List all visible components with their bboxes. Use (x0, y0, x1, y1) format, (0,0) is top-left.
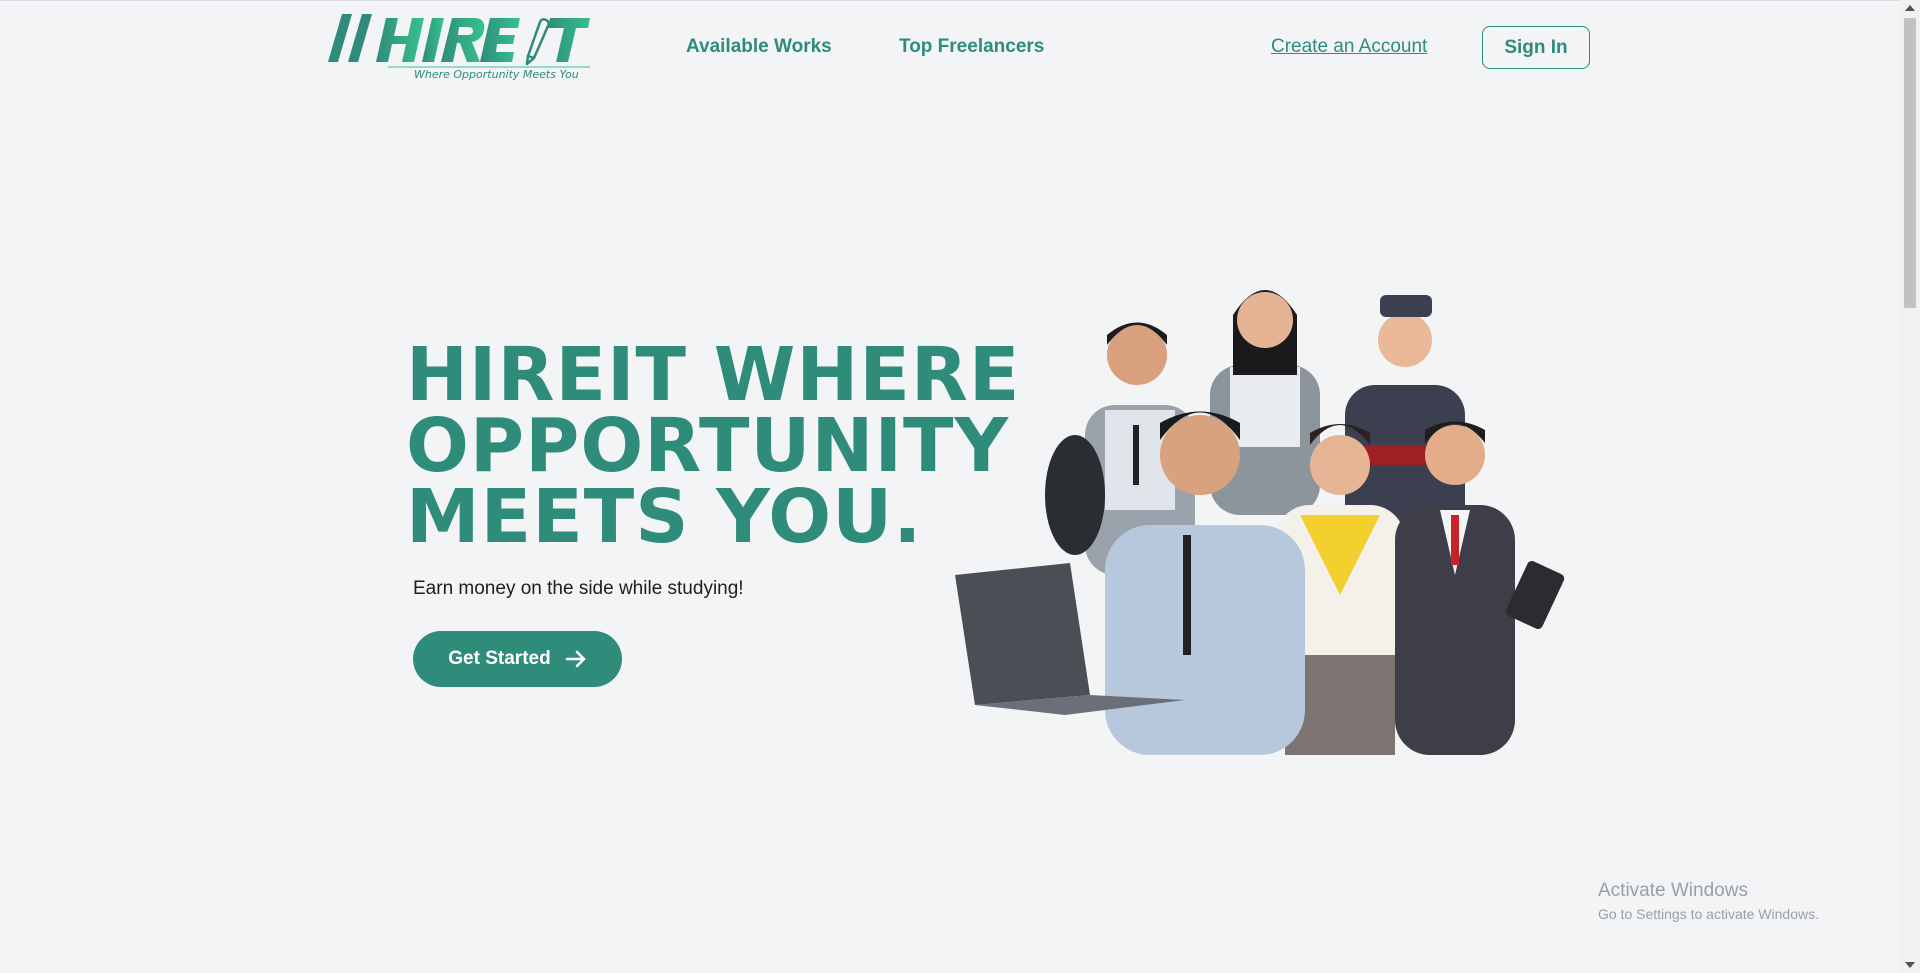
watermark-subtitle: Go to Settings to activate Windows. (1598, 906, 1819, 922)
logo-graphic: Where Opportunity Meets You (328, 14, 590, 81)
landing-page: Where Opportunity Meets You Available Wo… (0, 0, 1920, 973)
scroll-thumb[interactable] (1904, 18, 1916, 308)
logo-tagline: Where Opportunity Meets You (414, 68, 579, 80)
get-started-button[interactable]: Get Started (413, 631, 622, 687)
arrow-right-icon (565, 650, 586, 668)
sign-in-button[interactable]: Sign In (1482, 26, 1590, 69)
hero-subtitle: Earn money on the side while studying! (413, 578, 744, 599)
watermark-title: Activate Windows (1598, 880, 1748, 901)
hero-title-line-1: HIREIT WHERE (406, 332, 1021, 418)
scroll-up-icon[interactable] (1900, 0, 1920, 16)
hireit-logo[interactable]: Where Opportunity Meets You (328, 12, 590, 81)
hero-title: HIREIT WHERE OPPORTUNITY MEETS YOU. (406, 332, 1046, 560)
hero-title-line-2: OPPORTUNITY (406, 403, 1010, 489)
nav-available-works[interactable]: Available Works (686, 36, 832, 58)
nav-top-freelancers[interactable]: Top Freelancers (899, 36, 1044, 58)
vertical-scrollbar[interactable] (1900, 0, 1920, 973)
activate-windows-watermark: Activate Windows Go to Settings to activ… (1598, 880, 1819, 922)
student-chef (1345, 295, 1465, 535)
top-nav: Where Opportunity Meets You Available Wo… (0, 0, 1900, 100)
get-started-label: Get Started (448, 648, 551, 669)
students-group-image (955, 290, 1565, 755)
hero-title-line-3: MEETS YOU. (406, 474, 923, 560)
scroll-down-icon[interactable] (1900, 957, 1920, 973)
create-account-link[interactable]: Create an Account (1271, 36, 1427, 58)
